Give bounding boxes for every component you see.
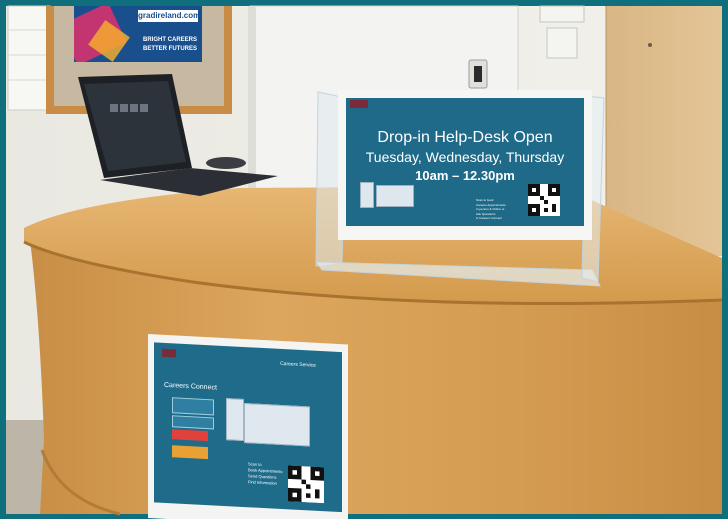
sign-days: Tuesday, Wednesday, Thursday xyxy=(365,149,565,165)
phone-mockup xyxy=(360,182,374,208)
form-mockup-red xyxy=(172,429,208,442)
laptop-screen xyxy=(110,104,170,116)
photo-scene: gradireland.com BRIGHT CAREERS BETTER FU… xyxy=(0,0,728,519)
sign-header-right: Careers Service xyxy=(516,101,560,107)
desk-poster-logo xyxy=(162,348,176,358)
form-mockup-orange xyxy=(172,445,208,460)
qr-code-icon xyxy=(528,184,560,216)
gradireland-poster: gradireland.com BRIGHT CAREERS BETTER FU… xyxy=(74,6,202,62)
qr-code-icon xyxy=(288,465,324,504)
desk-poster: Careers Service Careers Connect Scan to … xyxy=(148,334,348,519)
sign-hours: 10am – 12.30pm xyxy=(415,168,515,183)
form-mockup xyxy=(172,397,214,416)
poster-website: gradireland.com xyxy=(138,10,201,22)
university-logo xyxy=(350,100,368,108)
poster-tagline-2: BETTER FUTURES xyxy=(143,46,197,52)
poster-tagline-1: BRIGHT CAREERS xyxy=(142,37,197,43)
qr-caption-line: in Careers Connect xyxy=(476,216,502,220)
scene-background xyxy=(0,0,728,519)
laptop-mockup xyxy=(376,185,414,207)
help-desk-sign: Careers Service Drop-in Help-Desk Open T… xyxy=(338,90,592,240)
sign-qr-caption: Scan to book Careers Appointments In-per… xyxy=(476,198,522,228)
form-mockup xyxy=(172,415,214,430)
laptop-mockup xyxy=(244,403,310,447)
desk-poster-scan-text: Scan to Book Appointments Send Questions… xyxy=(248,461,288,487)
phone-mockup xyxy=(226,398,244,442)
sign-heading: Drop-in Help-Desk Open xyxy=(377,129,553,146)
